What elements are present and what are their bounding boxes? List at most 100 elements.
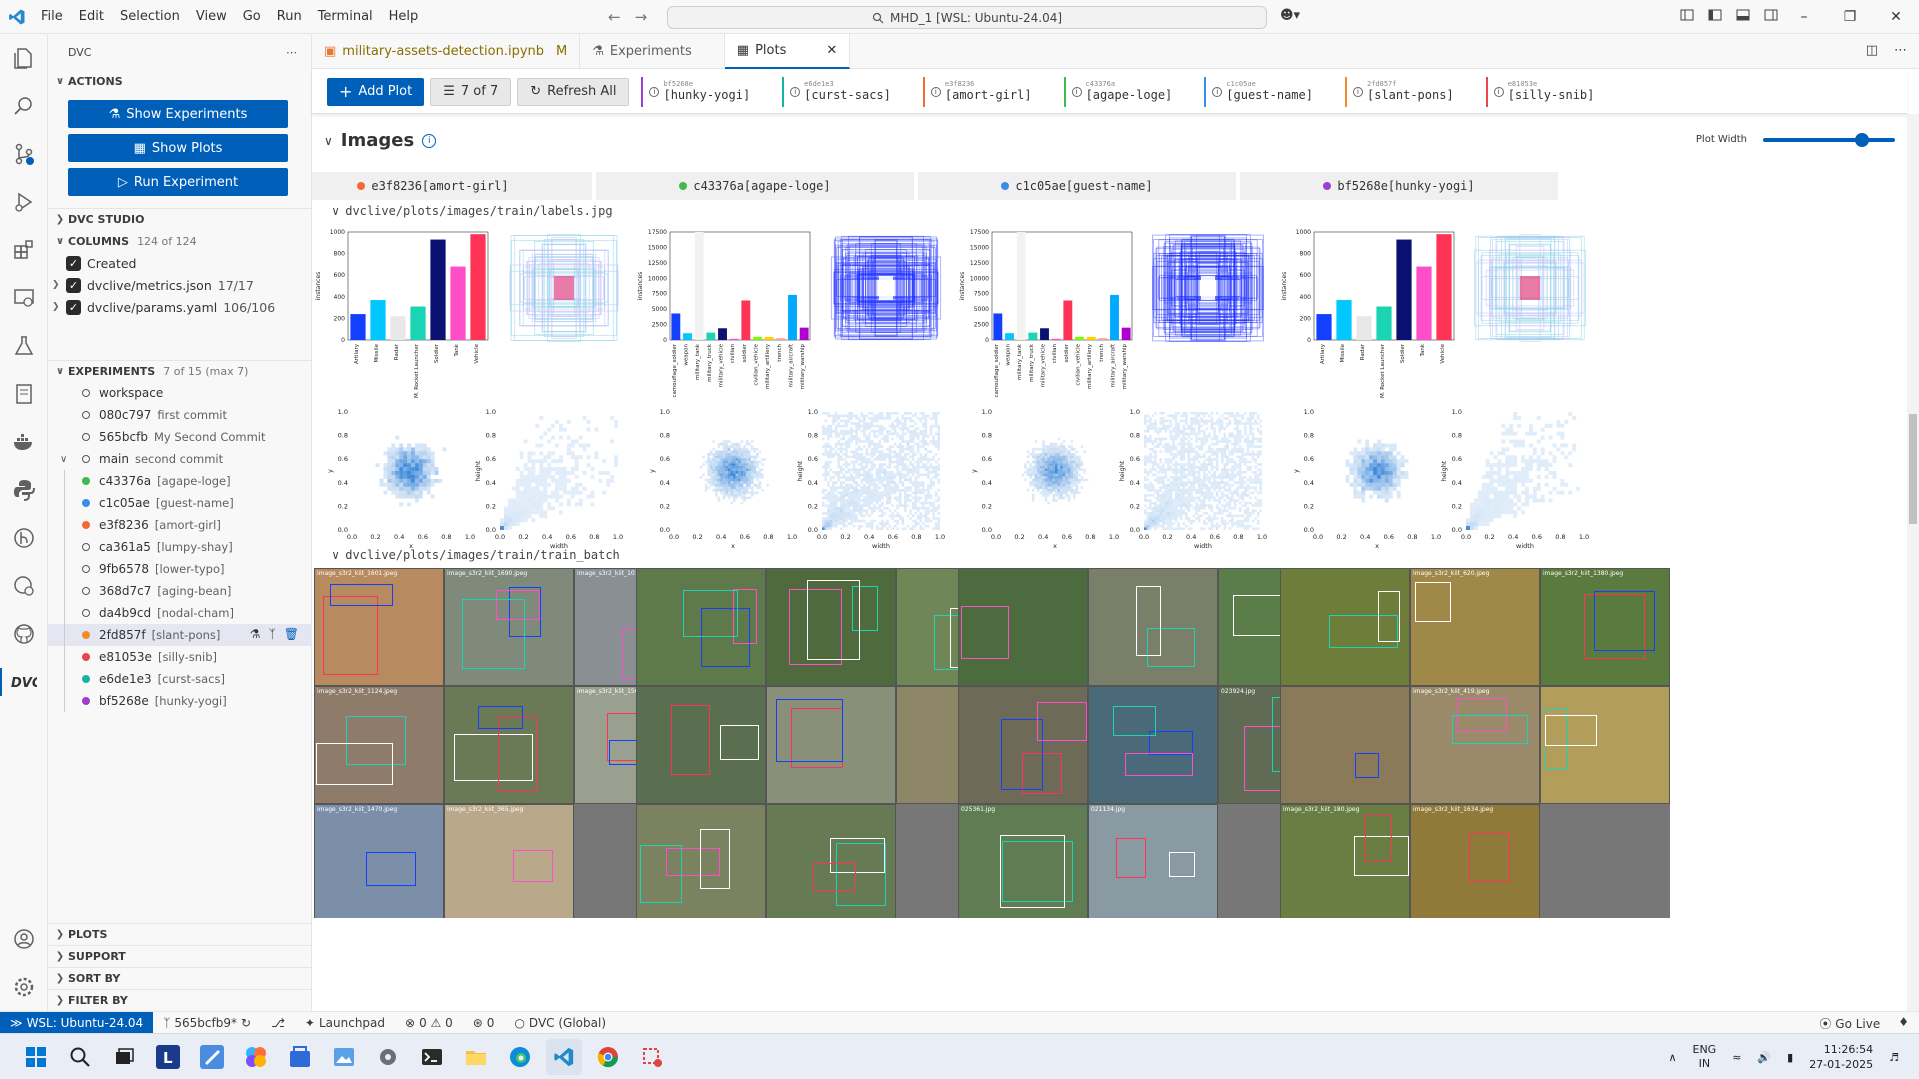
images-section-header[interactable]: ∨ Images i [324, 130, 437, 151]
more-actions-icon[interactable]: ⋯ [286, 46, 297, 59]
column-item[interactable]: ❯ ✓ dvclive/params.yaml 106/106 [48, 296, 311, 318]
section-dvc-studio[interactable]: ❯ DVC STUDIO [48, 208, 311, 230]
beaker-run-icon[interactable]: ⚗ [250, 627, 261, 641]
add-plot-button[interactable]: + Add Plot [327, 77, 425, 106]
section-plots[interactable]: ❯ PLOTS [48, 923, 311, 945]
minimize-icon[interactable]: – [1781, 0, 1827, 34]
experiment-legend-item[interactable]: i 2fd857f [slant-pons] [1344, 76, 1454, 107]
experiment-row[interactable]: ∨ main second commit [48, 448, 311, 470]
account-icon[interactable] [0, 915, 48, 963]
close-icon[interactable]: ✕ [1873, 0, 1919, 34]
plot-width-slider-thumb[interactable] [1855, 132, 1869, 147]
column-item[interactable]: ✓ Created [48, 252, 311, 274]
menu-selection[interactable]: Selection [113, 5, 187, 28]
chevron-right-icon[interactable]: ❯ [52, 302, 66, 312]
github-icon[interactable] [0, 610, 48, 658]
tab-experiments[interactable]: ⚗ Experiments [580, 34, 725, 69]
run-debug-icon[interactable] [0, 178, 48, 226]
experiment-row[interactable]: 080c797 first commit [48, 404, 311, 426]
tab-notebook[interactable]: ▣ military-assets-detection.ipynb M [312, 34, 581, 69]
experiment-row[interactable]: ca361a5 [lumpy-shay] [48, 536, 311, 558]
experiment-row[interactable]: e3f8236 [amort-girl] [48, 514, 311, 536]
customize-layout-icon[interactable] [1680, 8, 1694, 25]
experiment-column-header[interactable]: c43376a[agape-loge] [596, 172, 914, 200]
experiment-column-header[interactable]: c1c05ae[guest-name] [918, 172, 1236, 200]
chevron-down-icon[interactable]: ∨ [324, 134, 333, 148]
column-item[interactable]: ❯ ✓ dvclive/metrics.json 17/17 [48, 274, 311, 296]
split-editor-icon[interactable]: ◫ [1866, 43, 1878, 58]
restore-icon[interactable]: ❐ [1827, 0, 1873, 34]
experiment-legend-item[interactable]: i e6de1e3 [curst-sacs] [782, 76, 891, 107]
show-experiments-button[interactable]: ⚗ Show Experiments [68, 100, 288, 128]
section-support[interactable]: ❯ SUPPORT [48, 945, 311, 967]
copilot-icon[interactable]: ☻▾ [1280, 8, 1300, 23]
experiment-row[interactable]: bf5268e [hunky-yogi] [48, 690, 311, 712]
gitlens-inspect-icon[interactable] [0, 562, 48, 610]
plot-width-slider[interactable] [1763, 132, 1895, 147]
section-experiments[interactable]: ∨ EXPERIMENTS 7 of 15 (max 7) [48, 360, 311, 382]
menu-edit[interactable]: Edit [72, 5, 111, 28]
experiment-row[interactable]: c1c05ae [guest-name] [48, 492, 311, 514]
python-icon[interactable] [0, 466, 48, 514]
experiment-row[interactable]: da4b9cd [nodal-cham] [48, 602, 311, 624]
search-icon[interactable] [0, 82, 48, 130]
experiment-row[interactable]: workspace [48, 382, 311, 404]
toggle-secondary-sidebar-icon[interactable] [1764, 8, 1778, 25]
settings-gear-icon[interactable] [0, 963, 48, 1011]
tab-plots[interactable]: ▦ Plots ✕ [724, 34, 851, 69]
toggle-panel-icon[interactable] [1736, 8, 1750, 25]
menu-go[interactable]: Go [236, 5, 268, 28]
explorer-icon[interactable] [0, 34, 48, 82]
menu-view[interactable]: View [189, 5, 234, 28]
docker-icon[interactable] [0, 418, 48, 466]
notebook-icon[interactable] [0, 370, 48, 418]
menu-terminal[interactable]: Terminal [311, 5, 380, 28]
menu-help[interactable]: Help [382, 5, 426, 28]
experiment-row[interactable]: c43376a [agape-loge] [48, 470, 311, 492]
extensions-icon[interactable] [0, 226, 48, 274]
branch-icon[interactable]: ᛉ [269, 627, 276, 641]
dvc-icon[interactable]: DVC [0, 658, 48, 706]
labels-plot[interactable]: instances 0 200 400 600 800 1000 Artilary Missil… [1278, 224, 1670, 552]
experiment-legend-item[interactable]: i c1c05ae [guest-name] [1204, 76, 1313, 107]
select-experiments-button[interactable]: ☰ 7 of 7 [430, 77, 512, 106]
run-experiment-button[interactable]: ▷ Run Experiment [68, 168, 288, 196]
show-plots-button[interactable]: ▦ Show Plots [68, 134, 288, 162]
testing-icon[interactable] [0, 322, 48, 370]
trash-icon[interactable]: 🗑 [284, 627, 299, 641]
experiment-legend-item[interactable]: i e3f8236 [amort-girl] [922, 76, 1032, 107]
checkbox-checked-icon[interactable]: ✓ [66, 255, 81, 271]
back-arrow-icon[interactable]: ← [608, 8, 621, 26]
experiment-legend-item[interactable]: i e81053e [silly-snib] [1485, 76, 1594, 107]
experiment-row[interactable]: 368d7c7 [aging-bean] [48, 580, 311, 602]
checkbox-checked-icon[interactable]: ✓ [66, 277, 81, 293]
chevron-right-icon[interactable]: ❯ [52, 280, 66, 290]
experiment-row-selected[interactable]: 2fd857f [slant-pons] ⚗ ᛉ 🗑 [48, 624, 311, 646]
experiment-legend-item[interactable]: i c43376a [agape-loge] [1063, 76, 1172, 107]
experiment-column-header[interactable]: e3f8236[amort-girl] [312, 172, 592, 200]
section-columns[interactable]: ∨ COLUMNS 124 of 124 [48, 230, 311, 252]
forward-arrow-icon[interactable]: → [635, 8, 648, 26]
section-sort-by[interactable]: ❯ SORT BY [48, 967, 311, 989]
command-center[interactable]: MHD_1 [WSL: Ubuntu-24.04] [667, 6, 1267, 29]
experiment-column-header[interactable]: bf5268e[hunky-yogi] [1240, 172, 1558, 200]
labels-path[interactable]: ∨ dvclive/plots/images/train/labels.jpg [332, 204, 613, 218]
toggle-sidebar-icon[interactable] [1708, 8, 1722, 25]
remote-explorer-icon[interactable] [0, 274, 48, 322]
menu-file[interactable]: File [34, 5, 70, 28]
experiment-legend-item[interactable]: i bf5268e [hunky-yogi] [641, 76, 750, 107]
gitlens-icon[interactable] [0, 514, 48, 562]
close-tab-icon[interactable]: ✕ [826, 43, 837, 58]
section-actions[interactable]: ∨ ACTIONS [48, 70, 311, 92]
more-actions-icon[interactable]: ⋯ [1894, 43, 1907, 58]
info-icon[interactable]: i [422, 133, 437, 148]
refresh-all-button[interactable]: ↻ Refresh All [517, 77, 630, 106]
experiment-row[interactable]: e81053e [silly-snib] [48, 646, 311, 668]
experiment-row[interactable]: 9fb6578 [lower-typo] [48, 558, 311, 580]
menu-run[interactable]: Run [270, 5, 309, 28]
experiment-row[interactable]: 565bcfb My Second Commit [48, 426, 311, 448]
checkbox-checked-icon[interactable]: ✓ [66, 299, 81, 315]
source-control-icon[interactable] [0, 130, 48, 178]
chevron-down-icon[interactable]: ∨ [60, 454, 82, 465]
section-filter-by[interactable]: ❯ FILTER BY [48, 989, 311, 1011]
